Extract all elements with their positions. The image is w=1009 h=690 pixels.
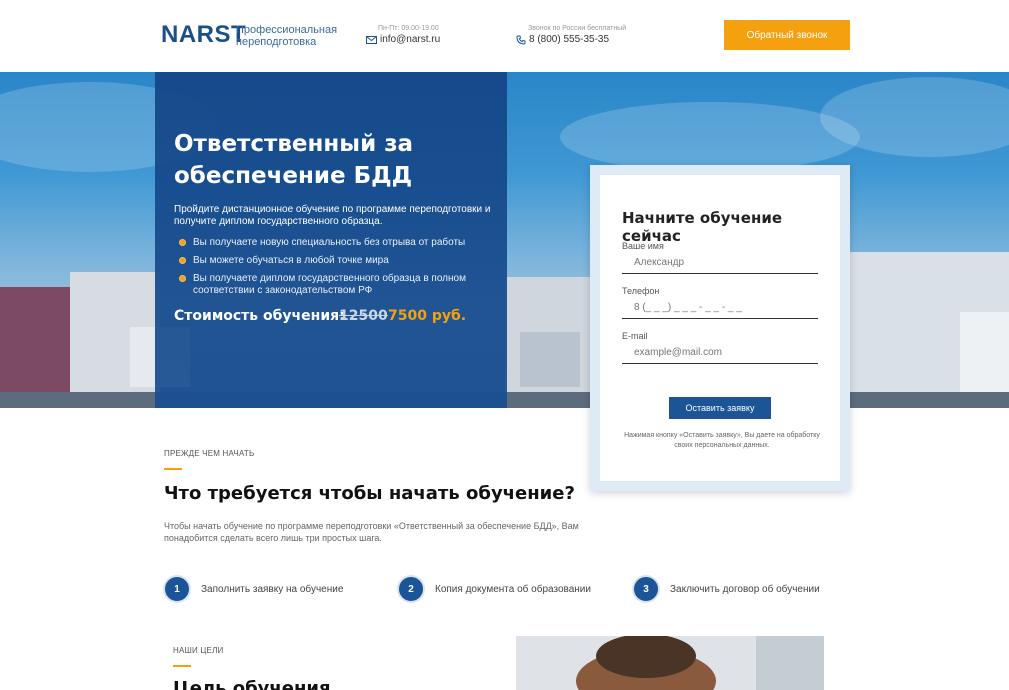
step-1: 1 Заполнить заявку на обучение: [165, 577, 343, 601]
signup-form-card: Начните обучение сейчас Ваше имя Телефон…: [590, 165, 850, 491]
signup-form: Начните обучение сейчас Ваше имя Телефон…: [600, 175, 840, 481]
email-label: E-mail: [622, 331, 648, 341]
phone-icon: [516, 35, 526, 45]
name-input[interactable]: [622, 252, 818, 274]
step-label: Заключить договор об обучении: [670, 583, 820, 595]
bullet-icon: [179, 275, 186, 282]
mail-icon: [366, 35, 377, 44]
form-title: Начните обучение сейчас: [622, 209, 783, 245]
phone-contact[interactable]: 8 (800) 555-35-35: [516, 34, 609, 45]
section-title: Что требуется чтобы начать обучение?: [164, 483, 575, 504]
name-label: Ваше имя: [622, 241, 664, 251]
hero-subtitle: Пройдите дистанционное обучение по прогр…: [174, 204, 491, 227]
phone-text: 8 (800) 555-35-35: [529, 34, 610, 45]
step-number-badge: 3: [634, 577, 658, 601]
hero-title: Ответственный за обеспечение БДД: [174, 131, 414, 189]
section-description: Чтобы начать обучение по программе переп…: [164, 521, 579, 543]
email-input[interactable]: [622, 342, 818, 364]
phone-input[interactable]: [622, 297, 818, 319]
logo-tagline: Профессиональная переподготовка: [236, 24, 338, 48]
section-eyebrow: ПРЕЖДЕ ЧЕМ НАЧАТЬ: [164, 449, 255, 458]
phone-label: Телефон: [622, 286, 660, 296]
bullet-icon: [179, 239, 186, 246]
driver-photo-shape: [516, 636, 824, 690]
hero-benefits-list: Вы получаете новую специальность без отр…: [179, 237, 499, 303]
step-3: 3 Заключить договор об обучении: [634, 577, 820, 601]
callback-button[interactable]: Обратный звонок: [724, 20, 850, 50]
step-label: Копия документа об образовании: [435, 583, 591, 595]
logo[interactable]: NARST: [161, 21, 246, 49]
goals-eyebrow: НАШИ ЦЕЛИ: [173, 646, 224, 655]
bullet-icon: [179, 257, 186, 264]
step-number-badge: 2: [399, 577, 423, 601]
step-2: 2 Копия документа об образовании: [399, 577, 591, 601]
step-label: Заполнить заявку на обучение: [201, 583, 344, 595]
eyebrow-accent-line: [164, 468, 182, 470]
free-call-label: Звонок по России бесплатный: [528, 25, 627, 32]
price-label: Стоимость обучения:: [174, 308, 345, 324]
email-contact[interactable]: info@narst.ru: [366, 34, 440, 45]
price-new: 7500 руб.: [388, 308, 467, 324]
price-old: 12500: [339, 308, 388, 324]
step-number-badge: 1: [165, 577, 189, 601]
email-text: info@narst.ru: [380, 34, 441, 45]
working-hours: Пн-Пт: 09.00-19.00: [378, 25, 439, 32]
hero-section: [0, 72, 1009, 408]
benefit-item: Вы получаете новую специальность без отр…: [179, 237, 499, 249]
benefit-item: Вы можете обучаться в любой точке мира: [179, 255, 499, 267]
driver-photo: [516, 636, 824, 690]
benefit-item: Вы получаете диплом государственного обр…: [179, 273, 499, 297]
site-header: NARST Профессиональная переподготовка Пн…: [0, 0, 1009, 72]
submit-button[interactable]: Оставить заявку: [669, 397, 771, 419]
eyebrow-accent-line: [173, 665, 191, 667]
goals-title: Цель обучения: [173, 678, 331, 690]
privacy-note: Нажимая кнопку «Оставить заявку», Вы дае…: [624, 432, 820, 449]
